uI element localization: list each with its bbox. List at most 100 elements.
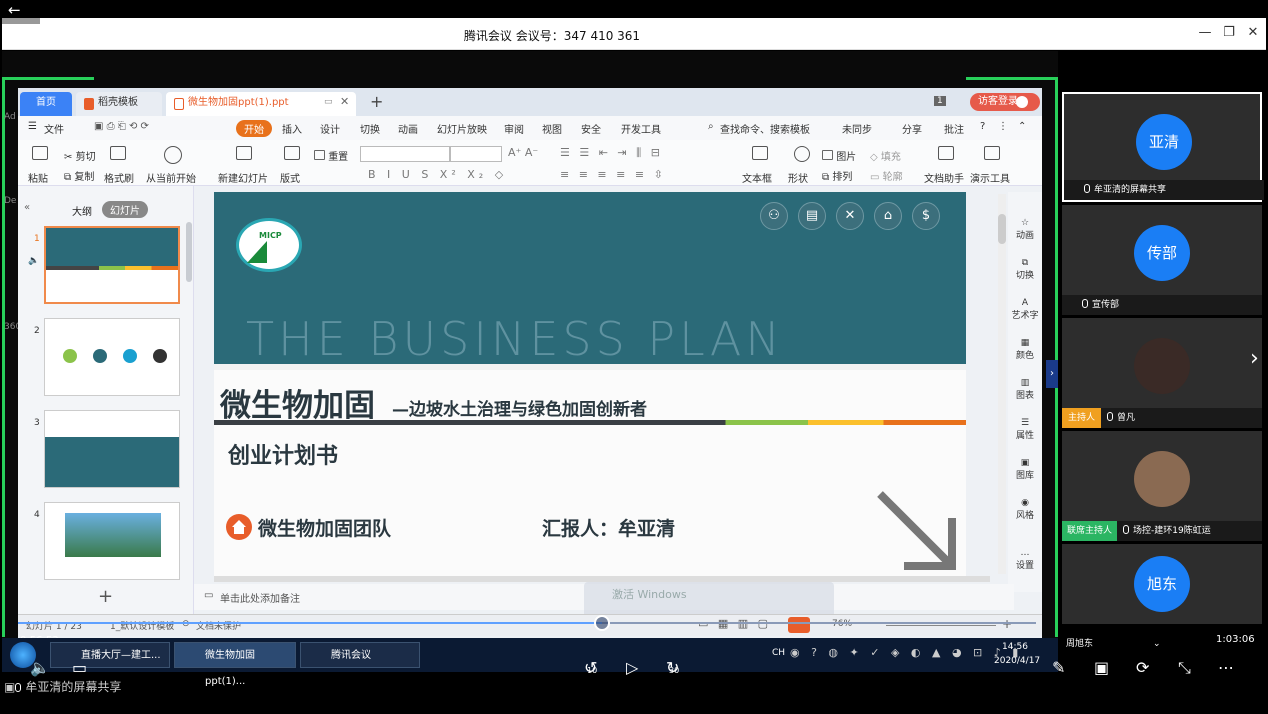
restore-button[interactable]: ❐: [1220, 25, 1238, 40]
tool-wordart[interactable]: A 艺术字: [1008, 298, 1042, 321]
tab-outline[interactable]: 大纲: [72, 203, 92, 218]
menu-review[interactable]: 审阅: [504, 121, 524, 136]
play-slideshow-button[interactable]: [788, 617, 810, 633]
collapse-ribbon-icon[interactable]: ⌃: [1018, 121, 1026, 132]
shape-button[interactable]: 形状: [788, 170, 808, 185]
rotate-360-icon[interactable]: ⟳: [1136, 658, 1149, 677]
menu-unsynced[interactable]: 未同步: [842, 121, 872, 136]
menu-slideshow[interactable]: 幻灯片放映: [437, 121, 487, 136]
picture-button[interactable]: 图片: [822, 148, 856, 163]
presenter-icon[interactable]: [984, 146, 1000, 160]
menu-file[interactable]: 文件: [44, 121, 64, 136]
next-page-icon[interactable]: ›: [1250, 346, 1259, 371]
menu-view[interactable]: 视图: [542, 121, 562, 136]
add-slide-button[interactable]: +: [98, 586, 113, 607]
participant-dropdown[interactable]: 周旭东 ⌄: [1066, 636, 1161, 649]
menu-design[interactable]: 设计: [320, 121, 340, 136]
paste-icon[interactable]: [32, 146, 48, 160]
outline-button[interactable]: ▭ 轮廓: [870, 168, 903, 183]
font-grow-icon[interactable]: A⁺ A⁻: [508, 146, 538, 159]
zoom-slider[interactable]: [886, 625, 996, 626]
back-icon[interactable]: ←: [8, 2, 21, 18]
menu-security[interactable]: 安全: [581, 121, 601, 136]
tool-settings[interactable]: … 设置: [1008, 548, 1042, 571]
doc-helper-icon[interactable]: [938, 146, 954, 160]
menu-transition[interactable]: 切换: [360, 121, 380, 136]
list-icons[interactable]: ☰ ☰ ⇤ ⇥ ⫼ ⊟: [560, 146, 663, 160]
minimize-button[interactable]: —: [1196, 25, 1214, 40]
pip-icon[interactable]: ▣: [1094, 658, 1109, 677]
slide-scrollbar[interactable]: [998, 194, 1006, 574]
lang-indicator[interactable]: CH: [772, 648, 785, 658]
format-painter-button[interactable]: 格式刷: [104, 170, 134, 185]
slide-thumb-1[interactable]: [44, 226, 180, 304]
font-family-select[interactable]: [360, 146, 450, 162]
volume-icon[interactable]: 🔈: [30, 658, 50, 677]
arrange-button[interactable]: ⧉ 排列: [822, 168, 852, 183]
font-size-select[interactable]: [450, 146, 502, 162]
pen-icon[interactable]: ✎: [1052, 658, 1065, 677]
taskbar-item-wps[interactable]: 微生物加固ppt(1)...: [174, 642, 296, 687]
text-box-button[interactable]: 文本框: [742, 170, 772, 185]
more-options-icon[interactable]: ⋯: [1218, 658, 1234, 677]
quick-access-icons[interactable]: ▣ ⎙ ⎗ ⟲ ⟳: [94, 121, 149, 132]
menu-animation[interactable]: 动画: [398, 121, 418, 136]
play-circle-icon[interactable]: [164, 146, 182, 164]
format-painter-icon[interactable]: [110, 146, 126, 160]
menu-share[interactable]: 分享: [902, 121, 922, 136]
layout-button[interactable]: 版式: [280, 170, 300, 185]
taskbar-item-live[interactable]: 直播大厅—建工...: [50, 642, 170, 668]
tool-properties[interactable]: ☰ 属性: [1008, 418, 1042, 441]
presenter-tools-button[interactable]: 演示工具: [970, 170, 1010, 185]
tab-home[interactable]: 首页: [20, 92, 72, 116]
zoom-in-icon[interactable]: +: [1002, 617, 1012, 631]
close-button[interactable]: ✕: [1244, 25, 1262, 40]
tab-close-icon[interactable]: ✕: [340, 95, 349, 108]
shape-icon[interactable]: [794, 146, 810, 162]
participant-card[interactable]: 亚清 牟亚清的屏幕共享: [1062, 92, 1264, 202]
caption-icon[interactable]: ▭: [72, 658, 87, 677]
tab-monitor-icon[interactable]: ▭: [324, 97, 333, 107]
search-icon[interactable]: ⌕: [708, 121, 714, 132]
layout-icon[interactable]: [284, 146, 300, 160]
thumb-scrollbar[interactable]: [186, 222, 192, 282]
participant-card[interactable]: 传部 宣传部: [1062, 205, 1262, 315]
play-icon[interactable]: ▷: [626, 658, 638, 677]
menu-start[interactable]: 开始: [236, 120, 272, 137]
align-icons[interactable]: ≡ ≡ ≡ ≡ ≡ ⇳: [560, 168, 666, 181]
tab-slides[interactable]: 幻灯片: [102, 201, 148, 218]
tool-transition[interactable]: ⧉ 切换: [1008, 258, 1042, 281]
menu-devtools[interactable]: 开发工具: [621, 121, 661, 136]
play-from-current-button[interactable]: 从当前开始: [146, 170, 196, 185]
font-style-icons[interactable]: B I U S X² X₂ ◇: [368, 168, 507, 181]
more-icon[interactable]: ⋮: [998, 121, 1008, 132]
taskbar-item-tencent[interactable]: 腾讯会议: [300, 642, 420, 668]
exit-fullscreen-icon[interactable]: ⤡: [1178, 658, 1191, 678]
participant-card[interactable]: 联席主持人 场控-建环19陈虹运: [1062, 431, 1262, 541]
tool-chart[interactable]: ▥ 图表: [1008, 378, 1042, 401]
slide-thumb-4[interactable]: [44, 502, 180, 580]
tool-style[interactable]: ◉ 风格: [1008, 498, 1042, 521]
new-slide-icon[interactable]: [236, 146, 252, 160]
paste-button[interactable]: 粘贴: [28, 170, 48, 185]
playback-knob[interactable]: [594, 615, 610, 631]
slide-canvas[interactable]: MICP ⚇ ▤ ✕ ⌂ $ THE BUSINESS PLAN 微生物加固 —…: [214, 192, 966, 576]
reset-button[interactable]: 重置: [314, 148, 348, 163]
tool-color[interactable]: ▦ 颜色: [1008, 338, 1042, 361]
participant-card[interactable]: 旭东: [1062, 544, 1262, 624]
tray-icons[interactable]: ◉ ? ◍ ✦ ✓ ◈ ◐ ▲ ◕ ⊡ ♪ ▮: [790, 646, 1022, 659]
collapse-pane-icon[interactable]: «: [24, 202, 30, 213]
visitor-login-button[interactable]: 访客登录: [970, 93, 1040, 111]
command-search[interactable]: 查找命令、搜索模板: [720, 121, 810, 136]
text-box-icon[interactable]: [752, 146, 768, 160]
hamburger-icon[interactable]: ☰: [28, 121, 37, 132]
help-icon[interactable]: ?: [980, 121, 985, 132]
new-tab-button[interactable]: +: [370, 92, 383, 111]
fill-button[interactable]: ◇ 填充: [870, 148, 901, 163]
slide-thumb-3[interactable]: [44, 410, 180, 488]
tool-animation[interactable]: ☆ 动画: [1008, 218, 1042, 241]
doc-helper-button[interactable]: 文档助手: [924, 170, 964, 185]
cut-button[interactable]: ✂ 剪切: [64, 148, 96, 163]
user-avatar-icon[interactable]: [1016, 96, 1028, 108]
participant-card[interactable]: 主持人 曾凡: [1062, 318, 1262, 428]
